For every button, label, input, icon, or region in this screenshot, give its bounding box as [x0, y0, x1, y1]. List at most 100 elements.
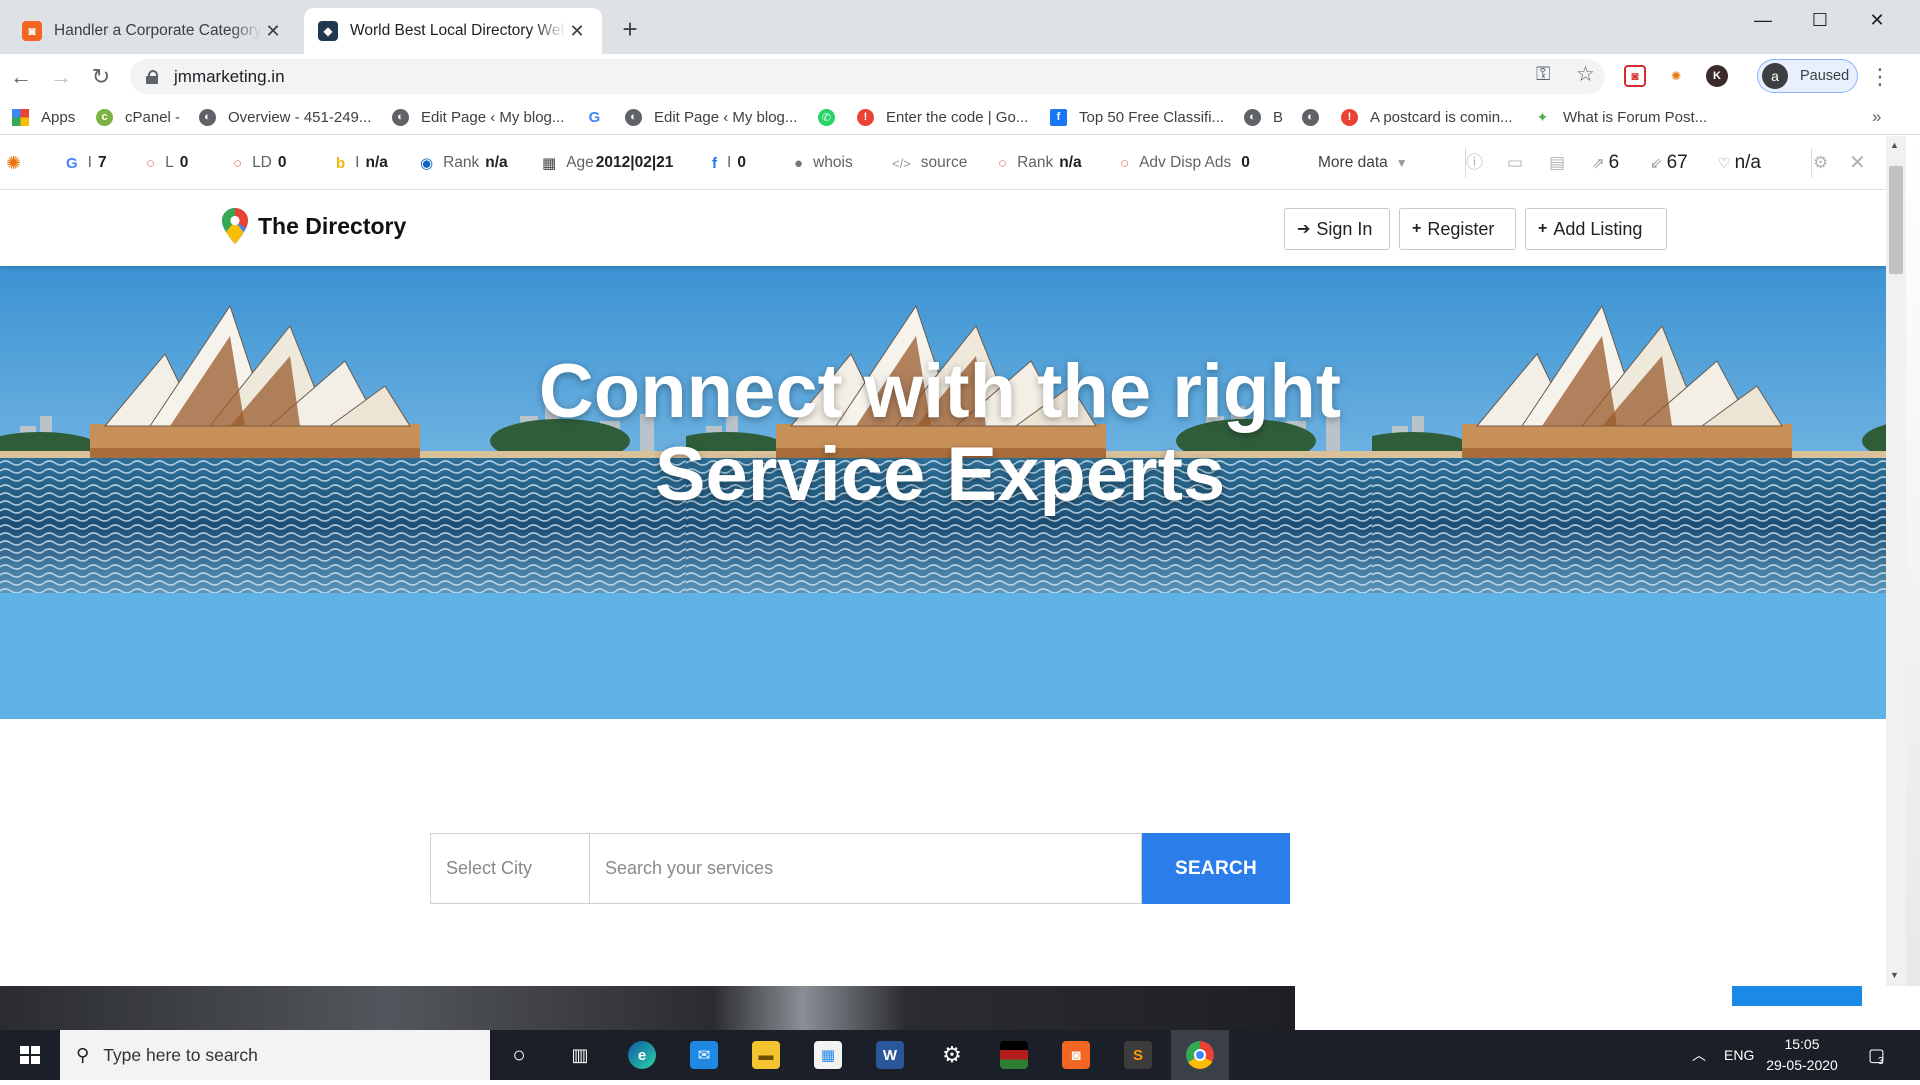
settings-icon[interactable]: ⚙	[923, 1030, 981, 1080]
flag-app-icon[interactable]	[985, 1030, 1043, 1080]
tab-directory[interactable]: ◆ World Best Local Directory Website ✕	[304, 8, 602, 54]
globe-icon: ◐	[1302, 108, 1319, 126]
seo-label: Rank	[1017, 154, 1054, 171]
windows-start-icon[interactable]	[0, 1030, 60, 1080]
seo-links[interactable]: ○ L0	[146, 136, 188, 190]
page-icon[interactable]: ▤	[1549, 136, 1565, 190]
register-button[interactable]: + Register	[1399, 208, 1516, 250]
seo-value: 0	[277, 154, 287, 171]
search-button[interactable]: SEARCH	[1142, 833, 1290, 904]
chrome-icon[interactable]	[1171, 1030, 1229, 1080]
bookmark-top-50[interactable]: f Top 50 Free Classifi...	[1050, 99, 1224, 135]
forward-icon[interactable]: →	[46, 62, 76, 92]
map-pin-icon	[222, 208, 248, 244]
back-icon[interactable]: ←	[6, 62, 36, 92]
seo-rank-2[interactable]: ○ Rank n/a	[998, 136, 1082, 190]
bookmark-edit-page-2[interactable]: ◐ Edit Page ‹ My blog...	[625, 99, 797, 135]
xampp-icon[interactable]: ◙	[1047, 1030, 1105, 1080]
seo-label: Rank	[443, 154, 480, 171]
seo-label: I	[727, 154, 732, 171]
seo-facebook[interactable]: f I0	[712, 136, 746, 190]
reload-icon[interactable]: ↻	[86, 62, 116, 92]
bookmark-globe[interactable]: ◐	[1302, 99, 1331, 135]
background-button	[1732, 986, 1862, 1006]
site-logo[interactable]: The Directory	[222, 208, 406, 244]
seoquake-bar: ✺ G I7 ○ L0 ○ LD 0 b In/a ◉ Rank n/a ▦ Age…	[0, 136, 1920, 190]
close-tab-icon[interactable]: ✕	[262, 21, 284, 42]
globe-icon: ◐	[625, 108, 642, 126]
edge-icon[interactable]: e	[613, 1030, 671, 1080]
seo-value: n/a	[365, 154, 388, 171]
bookmark-enter-code[interactable]: ! Enter the code | Go...	[857, 99, 1028, 135]
info-icon[interactable]: ⓘ	[1466, 136, 1483, 190]
scroll-up-icon[interactable]: ▲	[1890, 140, 1899, 150]
select-city-dropdown[interactable]: Select City	[430, 833, 589, 904]
calendar-icon: ▦	[542, 155, 557, 172]
tray-chevron-icon[interactable]: ︿	[1692, 1030, 1706, 1080]
add-listing-button[interactable]: + Add Listing	[1525, 208, 1667, 250]
gear-icon[interactable]: ⚙	[1813, 136, 1828, 190]
seo-alexa-rank[interactable]: ◉ Rank n/a	[420, 136, 508, 190]
bookmark-b[interactable]: ◐ B	[1244, 99, 1283, 135]
site-header: The Directory ➔ Sign In + Register + Add…	[0, 190, 1886, 266]
bookmark-cpanel[interactable]: c cPanel -	[96, 99, 180, 135]
seo-external-links[interactable]: ⇗ 6	[1592, 136, 1619, 190]
seo-google-index[interactable]: G I7	[66, 136, 107, 190]
service-search-input[interactable]	[589, 833, 1142, 904]
seo-more-data[interactable]: More data ▼	[1318, 136, 1408, 190]
menu-kebab-icon[interactable]: ⋮	[1868, 64, 1892, 90]
system-clock[interactable]: 15:05 29-05-2020	[1762, 1034, 1842, 1076]
close-icon[interactable]: ✕	[1849, 136, 1866, 190]
bookmark-star-icon[interactable]: ☆	[1576, 62, 1595, 87]
page-scrollbar[interactable]: ▲ ▼	[1886, 136, 1906, 986]
cortana-icon[interactable]: ○	[490, 1030, 548, 1080]
pocket-extension-icon[interactable]: ◙	[1624, 65, 1646, 87]
scroll-down-icon[interactable]: ▼	[1890, 970, 1899, 980]
internal-link-icon: ⇙	[1650, 155, 1663, 172]
seo-adv-disp-ads[interactable]: ○ Adv Disp Ads 0	[1120, 136, 1250, 190]
k-extension-icon[interactable]: K	[1706, 65, 1728, 87]
logo-text: The Directory	[258, 212, 407, 239]
seo-value: 2012|02|21	[595, 154, 674, 171]
sign-in-button[interactable]: ➔ Sign In	[1284, 208, 1390, 250]
bookmark-forum-post[interactable]: ✦ What is Forum Post...	[1534, 99, 1707, 135]
bookmarks-overflow-icon[interactable]: »	[1872, 99, 1881, 135]
minimize-icon[interactable]: —	[1735, 0, 1791, 40]
bookmark-edit-page-1[interactable]: ◐ Edit Page ‹ My blog...	[392, 99, 564, 135]
bookmark-google[interactable]: G	[586, 99, 615, 135]
key-icon[interactable]: ⚿	[1536, 64, 1550, 86]
close-window-icon[interactable]: ✕	[1849, 0, 1905, 40]
sublime-icon[interactable]: S	[1109, 1030, 1167, 1080]
bookmark-postcard[interactable]: ! A postcard is comin...	[1341, 99, 1513, 135]
file-explorer-icon[interactable]: ▬	[737, 1030, 795, 1080]
monitor-icon[interactable]: ▭	[1507, 136, 1523, 190]
seo-linking-domains[interactable]: ○ LD 0	[233, 136, 287, 190]
seo-source[interactable]: </> source	[892, 136, 967, 190]
language-indicator[interactable]: ENG	[1724, 1030, 1754, 1080]
seo-whois[interactable]: ● whois	[794, 136, 853, 190]
store-icon[interactable]: ▦	[799, 1030, 857, 1080]
address-bar[interactable]: jmmarketing.in	[130, 59, 1605, 94]
bookmark-label: A postcard is comin...	[1370, 108, 1513, 126]
taskbar-search[interactable]: ⚲ Type here to search	[60, 1030, 490, 1080]
notifications-icon[interactable]: ▢ 3	[1868, 1030, 1885, 1080]
word-icon[interactable]: W	[861, 1030, 919, 1080]
mail-icon[interactable]: ✉	[675, 1030, 733, 1080]
circle-icon: ○	[1120, 154, 1130, 172]
seo-internal-links[interactable]: ⇙ 67	[1650, 136, 1688, 190]
seoquake-extension-icon[interactable]: ✺	[1665, 65, 1687, 87]
seo-domain-age[interactable]: ▦ Age 2012|02|21	[542, 136, 673, 190]
task-view-icon[interactable]: ▥	[551, 1030, 609, 1080]
seoquake-logo-icon[interactable]: ✺	[6, 136, 21, 190]
close-tab-icon[interactable]: ✕	[566, 21, 588, 42]
tab-handler[interactable]: ◙ Handler a Corporate Category Bo ✕	[8, 8, 298, 54]
bookmark-overview[interactable]: ◐ Overview - 451-249...	[199, 99, 371, 135]
seo-rank-value[interactable]: ♡ n/a	[1718, 136, 1761, 190]
maximize-icon[interactable]: ☐	[1792, 0, 1848, 40]
bookmark-whatsapp[interactable]: ✆	[818, 99, 847, 135]
seo-bing-index[interactable]: b In/a	[336, 136, 388, 190]
scrollbar-thumb[interactable]	[1889, 166, 1903, 274]
profile-button[interactable]: a Paused	[1757, 59, 1858, 93]
new-tab-icon[interactable]: +	[614, 14, 646, 46]
bookmark-apps[interactable]: Apps	[12, 99, 75, 135]
